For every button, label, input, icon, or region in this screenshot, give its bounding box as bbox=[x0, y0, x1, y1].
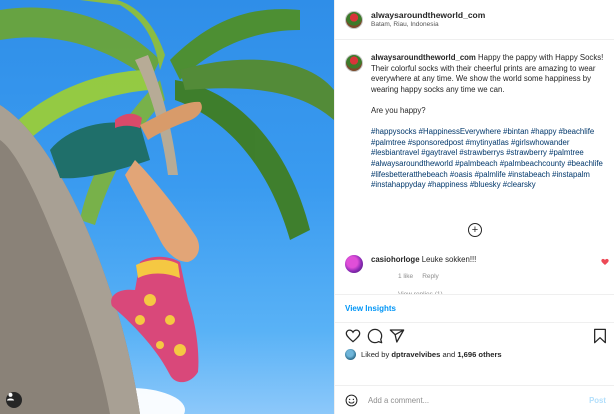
user-tag-icon[interactable] bbox=[6, 392, 22, 408]
post-header: alwaysaroundtheworld_com Batam, Riau, In… bbox=[335, 0, 614, 40]
bookmark-icon[interactable] bbox=[593, 328, 607, 344]
share-icon[interactable] bbox=[389, 328, 405, 344]
comment-composer: Post bbox=[335, 385, 614, 414]
heart-icon[interactable] bbox=[345, 328, 361, 344]
caption-username[interactable]: alwaysaroundtheworld_com bbox=[371, 53, 476, 62]
caption-line2: Their colorful socks with their cheerful… bbox=[371, 63, 596, 94]
comment-text: Leuke sokken!!! bbox=[421, 255, 477, 264]
commenter-avatar[interactable] bbox=[345, 255, 363, 273]
liker-avatar[interactable] bbox=[345, 349, 356, 360]
post-side-panel: alwaysaroundtheworld_com Batam, Riau, In… bbox=[334, 0, 614, 414]
author-username[interactable]: alwaysaroundtheworld_com bbox=[371, 10, 485, 21]
author-avatar[interactable] bbox=[345, 10, 363, 29]
emoji-icon[interactable] bbox=[345, 394, 358, 407]
caption: alwaysaroundtheworld_com Happy the pappy… bbox=[335, 40, 614, 191]
post-photo[interactable] bbox=[0, 0, 334, 414]
likes-and: and bbox=[442, 350, 456, 359]
comment-reply-button[interactable]: Reply bbox=[422, 273, 439, 280]
photo-illustration bbox=[0, 0, 334, 414]
action-bar bbox=[335, 322, 614, 350]
comment-icon[interactable] bbox=[367, 328, 383, 344]
view-insights-link[interactable]: View Insights bbox=[345, 304, 396, 313]
add-circle-icon[interactable]: + bbox=[468, 223, 482, 237]
caption-line3: Are you happy? bbox=[371, 105, 426, 115]
comment-likes[interactable]: 1 like bbox=[398, 273, 413, 280]
likes-summary: Liked by dptravelvibes and 1,696 others bbox=[345, 349, 502, 360]
likes-prefix: Liked by bbox=[361, 350, 390, 359]
comment-like-icon[interactable] bbox=[601, 258, 609, 266]
caption-line1: Happy the pappy with Happy Socks! bbox=[478, 53, 604, 62]
likes-count[interactable]: 1,696 others bbox=[457, 350, 501, 359]
post-location[interactable]: Batam, Riau, Indonesia bbox=[371, 21, 485, 28]
commenter-username[interactable]: casiohorloge bbox=[371, 255, 420, 264]
liker-username[interactable]: dptravelvibes bbox=[391, 350, 440, 359]
comments-section: alwaysaroundtheworld_com Happy the pappy… bbox=[335, 40, 614, 294]
insights-bar: View Insights bbox=[335, 294, 614, 322]
comment-item: casiohorloge Leuke sokken!!! bbox=[345, 255, 607, 273]
comment-meta: 1 like Reply bbox=[398, 273, 448, 280]
comment-input[interactable] bbox=[368, 395, 578, 405]
caption-avatar[interactable] bbox=[345, 54, 363, 72]
post-comment-button[interactable]: Post bbox=[589, 396, 606, 405]
caption-hashtags[interactable]: #happysocks #HappinessEverywhere #bintan… bbox=[371, 127, 605, 191]
